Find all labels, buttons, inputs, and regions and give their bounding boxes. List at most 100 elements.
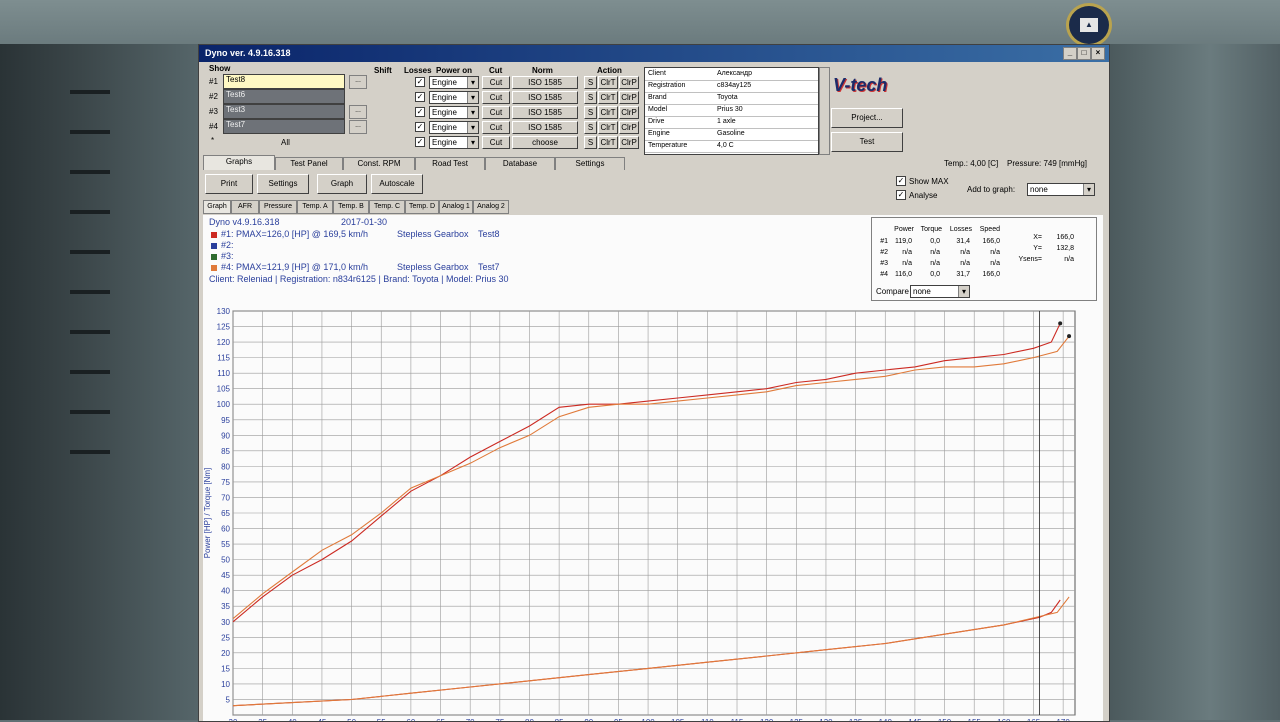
- losses-checkbox[interactable]: ✓: [415, 92, 425, 102]
- subtab-temp-d[interactable]: Temp. D: [405, 200, 439, 214]
- tab-test-panel[interactable]: Test Panel: [275, 157, 343, 170]
- clr-t-button[interactable]: ClrT: [598, 76, 618, 89]
- tab-database[interactable]: Database: [485, 157, 555, 170]
- y-tick-label: 100: [217, 400, 231, 409]
- s-button[interactable]: S: [584, 136, 597, 149]
- stats-header: Speed: [979, 226, 1000, 233]
- maximize-icon[interactable]: □: [1077, 47, 1091, 60]
- losses-checkbox[interactable]: ✓: [415, 137, 425, 147]
- legend-item-1: #1: PMAX=126,0 [HP] @ 169,5 km/h: [211, 229, 368, 239]
- autoscale-button[interactable]: Autoscale: [371, 174, 423, 194]
- legend-item-2: #2:: [211, 240, 234, 250]
- s-button[interactable]: S: [584, 91, 597, 104]
- norm-button[interactable]: ISO 1585: [512, 91, 578, 104]
- vent-slot: [70, 170, 110, 174]
- test-name-field[interactable]: Test3: [223, 104, 345, 119]
- test-name: All: [281, 138, 290, 147]
- minimize-icon[interactable]: _: [1063, 47, 1077, 60]
- clr-p-button[interactable]: ClrP: [619, 121, 639, 134]
- clr-t-button[interactable]: ClrT: [598, 106, 618, 119]
- y-tick-label: 110: [217, 369, 230, 378]
- test-name-field[interactable]: Test6: [223, 89, 345, 104]
- tab-road-test[interactable]: Road Test: [415, 157, 485, 170]
- s-button[interactable]: S: [584, 121, 597, 134]
- legend-gearbox: Stepless Gearbox: [397, 262, 469, 272]
- clr-t-button[interactable]: ClrT: [598, 136, 618, 149]
- close-icon[interactable]: ×: [1091, 47, 1105, 60]
- info-value: 4,0 C: [717, 142, 734, 149]
- cut-button[interactable]: Cut: [482, 136, 510, 149]
- browse-test-button[interactable]: ...: [349, 105, 367, 119]
- clr-p-button[interactable]: ClrP: [619, 136, 639, 149]
- subtab-graph[interactable]: Graph: [203, 200, 231, 214]
- show-max-checkbox[interactable]: ✓: [896, 176, 906, 186]
- subtab-temp-a[interactable]: Temp. A: [297, 200, 333, 214]
- graph-button[interactable]: Graph: [317, 174, 367, 194]
- stats-header: Torque: [920, 226, 942, 233]
- print-button[interactable]: Print: [205, 174, 253, 194]
- tab-const-rpm[interactable]: Const. RPM: [343, 157, 415, 170]
- max-marker: [1058, 321, 1063, 326]
- power-on-select[interactable]: Engine: [429, 76, 479, 89]
- subtab-temp-b[interactable]: Temp. B: [333, 200, 369, 214]
- info-scrollbar[interactable]: [819, 67, 830, 155]
- clr-t-button[interactable]: ClrT: [598, 91, 618, 104]
- power-on-select[interactable]: Engine: [429, 136, 479, 149]
- power-on-select[interactable]: Engine: [429, 121, 479, 134]
- clr-p-button[interactable]: ClrP: [619, 76, 639, 89]
- stats-cell: 166,0: [982, 238, 1000, 245]
- losses-checkbox[interactable]: ✓: [415, 77, 425, 87]
- losses-checkbox[interactable]: ✓: [415, 122, 425, 132]
- test-name: Test6: [226, 90, 246, 99]
- test-name-field[interactable]: Test7: [223, 119, 345, 134]
- subtab-analog-1[interactable]: Analog 1: [439, 200, 473, 214]
- legend-gearbox: Stepless Gearbox: [397, 229, 469, 239]
- vtech-logo: V-tech: [833, 75, 888, 95]
- tab-settings[interactable]: Settings: [555, 157, 625, 170]
- norm-button[interactable]: choose: [512, 136, 578, 149]
- subtab-analog-2[interactable]: Analog 2: [473, 200, 509, 214]
- subtab-pressure[interactable]: Pressure: [259, 200, 297, 214]
- vent-slot: [70, 370, 110, 374]
- legend-test: Test7: [478, 262, 500, 272]
- subtab-temp-c[interactable]: Temp. C: [369, 200, 405, 214]
- power-on-header: Power on: [436, 66, 473, 75]
- norm-button[interactable]: ISO 1585: [512, 106, 578, 119]
- losses-checkbox[interactable]: ✓: [415, 107, 425, 117]
- clr-t-button[interactable]: ClrT: [598, 121, 618, 134]
- clr-p-button[interactable]: ClrP: [619, 91, 639, 104]
- cut-button[interactable]: Cut: [482, 91, 510, 104]
- s-button[interactable]: S: [584, 76, 597, 89]
- subtab-afr[interactable]: AFR: [231, 200, 259, 214]
- legend-swatch: [211, 264, 217, 271]
- stats-cell: n/a: [960, 249, 970, 256]
- power-on-select[interactable]: Engine: [429, 106, 479, 119]
- clr-p-button[interactable]: ClrP: [619, 106, 639, 119]
- title-bar: Dyno ver. 4.9.16.318 _ □ ×: [199, 45, 1109, 62]
- tab-graphs[interactable]: Graphs: [203, 155, 275, 170]
- test-button[interactable]: Test: [831, 132, 903, 152]
- cut-button[interactable]: Cut: [482, 121, 510, 134]
- test-number: *: [211, 136, 215, 145]
- add-to-graph-label: Add to graph:: [967, 185, 1016, 194]
- compare-select[interactable]: none: [910, 285, 970, 298]
- ysens-label: Ysens=: [1018, 256, 1042, 263]
- dyno-chart[interactable]: 5 10 15 20 25 30 35 40 45 50 55 60 65 70 75 80 85 90 95 100…: [203, 301, 1103, 721]
- settings-button[interactable]: Settings: [257, 174, 309, 194]
- browse-test-button[interactable]: ...: [349, 120, 367, 134]
- project-button[interactable]: Project...: [831, 108, 903, 128]
- norm-button[interactable]: ISO 1585: [512, 76, 578, 89]
- cut-button[interactable]: Cut: [482, 76, 510, 89]
- info-value: с834ау125: [717, 82, 752, 89]
- cut-button[interactable]: Cut: [482, 106, 510, 119]
- norm-button[interactable]: ISO 1585: [512, 121, 578, 134]
- test-name-field[interactable]: Test8: [223, 74, 345, 89]
- legend-text: #3:: [221, 251, 234, 261]
- browse-test-button[interactable]: ...: [349, 75, 367, 89]
- plot-version: Dyno v4.9.16.318: [209, 217, 280, 227]
- add-to-graph-select[interactable]: none: [1027, 183, 1095, 196]
- s-button[interactable]: S: [584, 106, 597, 119]
- info-key: Registration: [648, 82, 686, 89]
- power-on-select[interactable]: Engine: [429, 91, 479, 104]
- analyse-checkbox[interactable]: ✓: [896, 190, 906, 200]
